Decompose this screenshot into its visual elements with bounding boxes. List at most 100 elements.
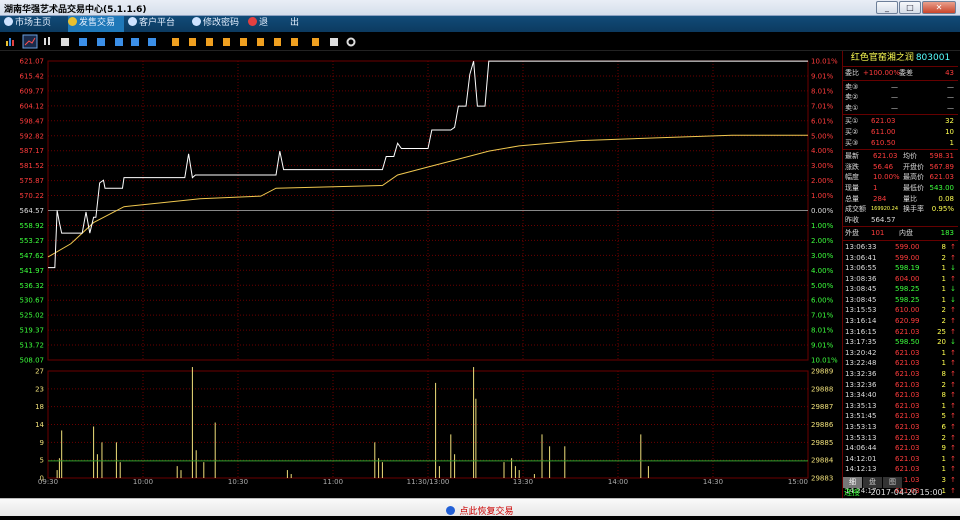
chart-canvas: 621.07 10.01% 615.42 9.01% 609.77 8.01% 604.12… (20, 58, 839, 487)
cfg-icon-3[interactable] (115, 38, 123, 46)
stat-row: 总量 284 量比 0.08 (845, 194, 954, 203)
cfg-icon-5[interactable] (148, 38, 156, 46)
window-title: 湖南华强艺术品交易中心(5.1.1.6) (4, 5, 147, 15)
tool-icon-9[interactable] (312, 38, 319, 46)
gear-icon[interactable] (346, 37, 356, 47)
time-tick-label: 09:30 (38, 478, 58, 486)
volume-tick-label: 18 (35, 403, 44, 411)
price-tick-label: 519.37 (20, 327, 45, 335)
cfg-icon-1[interactable] (79, 38, 87, 46)
stat-row: 最新 621.03 均价 598.31 (845, 152, 954, 161)
volume-right-label: 29884 (811, 457, 834, 465)
tick-row: 13:20:42 621.03 1 ↑ (845, 348, 956, 357)
tick-row: 14:06:44 621.03 9 ↑ (845, 444, 956, 453)
percent-tick-label: 8.01% (811, 327, 834, 335)
maximize-button[interactable]: □ (899, 1, 921, 14)
tick-row: 13:15:53 610.00 2 ↑ (845, 306, 956, 315)
outer-inner-row: 外盘 101 内盘 183 (845, 229, 954, 238)
stat-row: 成交额 169920.24 换手率 0.95% (845, 205, 954, 214)
percent-tick-label: 9.01% (811, 72, 834, 80)
minimize-button[interactable]: _ (876, 1, 898, 14)
edit-icon[interactable] (330, 38, 338, 46)
ask-row: 卖② — — (845, 93, 954, 102)
tool-icon-6[interactable] (257, 38, 264, 46)
percent-tick-label: 4.00% (811, 147, 834, 155)
quote-panel: 红色官窑湘之润 803001 委比 +100.00% 委差 43 卖③ — — 卖② — —… (842, 51, 958, 498)
status-datetime: 2017-04-20 15:00 (870, 488, 943, 497)
tick-row: 13:06:41 599.00 2 ↑ (845, 253, 956, 262)
volume-right-label: 29889 (811, 368, 833, 376)
tick-row: 13:08:45 598.25 1 ↓ (845, 295, 956, 304)
price-tick-label: 587.17 (20, 147, 45, 155)
line-chart-icon[interactable] (22, 34, 38, 49)
tool-icon-1[interactable] (172, 38, 179, 46)
menu-market-home[interactable]: 市场主页 (4, 16, 64, 32)
percent-tick-label: 1.00% (811, 222, 834, 230)
bid-row: 买③ 610.50 1 (845, 138, 954, 147)
tool-icon-4[interactable] (223, 38, 230, 46)
resume-icon (446, 506, 456, 515)
price-tick-label: 609.77 (20, 87, 45, 95)
tick-row: 13:06:33 599.00 8 ↑ (845, 242, 956, 251)
close-button[interactable]: ✕ (922, 1, 956, 14)
volume-right-label: 29883 (811, 475, 833, 483)
ask-row: 卖③ — — (845, 82, 954, 91)
tool-icon-7[interactable] (274, 38, 281, 46)
resume-trade-bar[interactable]: 点此恢复交易 (0, 498, 960, 517)
ask-row: 卖① — — (845, 103, 954, 112)
tool-icon-3[interactable] (206, 38, 213, 46)
bid-row: 买① 621.03 32 (845, 117, 954, 126)
volume-tick-label: 27 (35, 368, 44, 376)
percent-tick-label: 10.01% (811, 357, 838, 365)
ask-book: 卖③ — — 卖② — — 卖① — — (843, 82, 958, 114)
percent-tick-label: 6.00% (811, 297, 834, 305)
tick-list[interactable]: 13:06:33 599.00 8 ↑ 13:06:41 599.00 2 ↑ 13:06:55… (843, 242, 958, 496)
time-tick-label: 11:00 (323, 478, 343, 486)
percent-tick-label: 7.01% (811, 102, 834, 110)
tick-row: 13:32:36 621.03 2 ↑ (845, 380, 956, 389)
price-tick-label: 604.12 (20, 102, 45, 110)
percent-tick-label: 7.01% (811, 312, 834, 320)
security-title: 红色官窑湘之润 803001 (843, 51, 958, 65)
menu-issue-trade[interactable]: 发售交易 (68, 16, 124, 32)
tick-row: 14:12:01 621.03 1 ↑ (845, 454, 956, 463)
percent-tick-label: 2.00% (811, 177, 834, 185)
tick-row: 13:32:36 621.03 8 ↑ (845, 370, 956, 379)
percent-tick-label: 9.01% (811, 342, 834, 350)
tick-row: 13:16:15 621.03 25 ↑ (845, 327, 956, 336)
status-line: 连接 2017-04-20 15:00 (842, 487, 958, 498)
price-tick-label: 541.97 (20, 267, 45, 275)
toolbar (0, 33, 960, 51)
menu-client-platform[interactable]: 客户平台 (128, 16, 188, 32)
tick-row: 13:08:36 604.00 1 ↑ (845, 274, 956, 283)
cfg-icon-4[interactable] (131, 38, 139, 46)
volume-tick-label: 5 (40, 457, 44, 465)
stat-row: 现量 1 最低价 543.00 (845, 183, 954, 192)
percent-tick-label: 5.00% (811, 132, 834, 140)
menu-exit-tail[interactable]: 出 (290, 16, 304, 32)
percent-tick-label: 3.00% (811, 162, 834, 170)
price-tick-label: 553.27 (20, 237, 45, 245)
candlestick-icon[interactable] (44, 37, 50, 45)
price-tick-label: 575.87 (20, 177, 45, 185)
tool-icon-5[interactable] (240, 38, 247, 46)
price-tick-label: 558.92 (20, 222, 45, 230)
calendar-icon[interactable] (61, 38, 69, 46)
percent-tick-label: 0.00% (811, 207, 834, 215)
price-line (48, 60, 808, 269)
time-tick-label: 11:30/13:00 (407, 478, 450, 486)
volume-right-label: 29888 (811, 385, 833, 393)
time-tick-label: 14:30 (703, 478, 723, 486)
bar-chart-icon[interactable] (6, 38, 14, 46)
tool-icon-8[interactable] (291, 38, 298, 46)
tool-icon-2[interactable] (189, 38, 196, 46)
yen-icon (68, 17, 77, 26)
tick-row: 13:08:45 598.25 1 ↓ (845, 285, 956, 294)
menu-change-password[interactable]: 修改密码 (192, 16, 244, 32)
price-tick-label: 513.72 (20, 342, 45, 350)
percent-tick-label: 10.01% (811, 58, 838, 66)
volume-right-label: 29886 (811, 421, 834, 429)
cfg-icon-2[interactable] (97, 38, 105, 46)
toolbar-icons (6, 34, 356, 49)
menu-exit[interactable]: 退 (248, 16, 278, 32)
